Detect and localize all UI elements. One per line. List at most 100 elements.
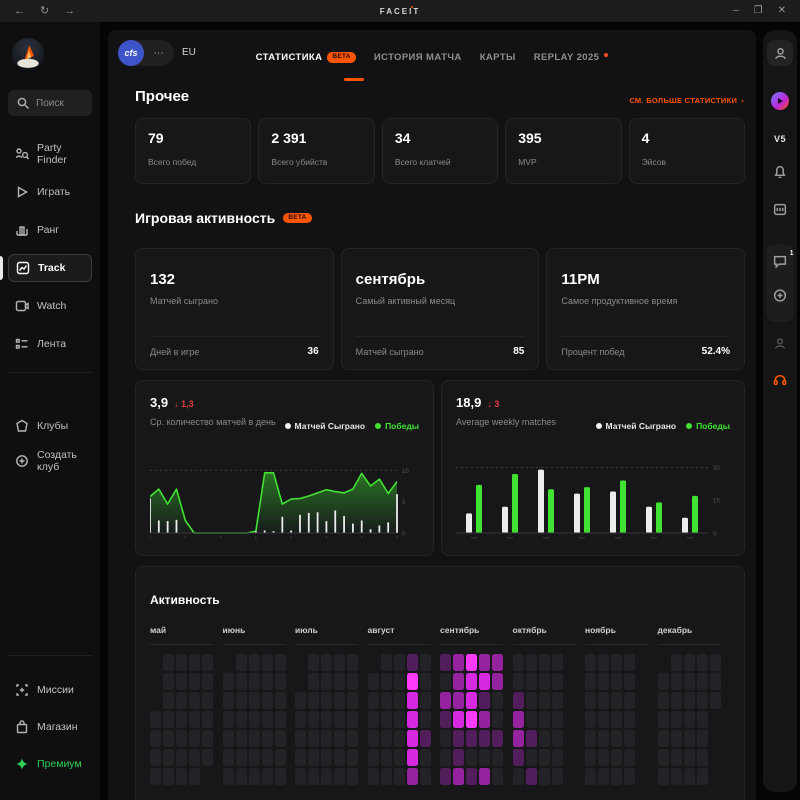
heatmap-cell[interactable]: [321, 768, 332, 785]
heatmap-cell[interactable]: [585, 673, 596, 690]
chat-button[interactable]: 1: [773, 254, 788, 269]
heatmap-cell[interactable]: [671, 730, 682, 747]
heatmap-cell[interactable]: [249, 749, 260, 766]
heatmap-cell[interactable]: [539, 730, 550, 747]
sidebar-item-shop[interactable]: Магазин: [8, 713, 92, 741]
heatmap-cell[interactable]: [407, 711, 418, 728]
heatmap-cell[interactable]: [513, 654, 524, 671]
heatmap-cell[interactable]: [334, 768, 345, 785]
voice-button[interactable]: [773, 372, 788, 387]
heatmap-cell[interactable]: [585, 654, 596, 671]
heatmap-cell[interactable]: [440, 711, 451, 728]
heatmap-cell[interactable]: [394, 692, 405, 709]
heatmap-cell[interactable]: [492, 768, 503, 785]
heatmap-cell[interactable]: [163, 730, 174, 747]
heatmap-cell[interactable]: [275, 673, 286, 690]
heatmap-cell[interactable]: [658, 749, 669, 766]
heatmap-cell[interactable]: [275, 711, 286, 728]
heatmap-cell[interactable]: [189, 749, 200, 766]
heatmap-cell[interactable]: [308, 768, 319, 785]
heatmap-cell[interactable]: [176, 749, 187, 766]
heatmap-cell[interactable]: [466, 673, 477, 690]
heatmap-cell[interactable]: [466, 749, 477, 766]
heatmap-cell[interactable]: [308, 730, 319, 747]
heatmap-cell[interactable]: [453, 654, 464, 671]
heatmap-cell[interactable]: [420, 692, 431, 709]
heatmap-cell[interactable]: [697, 711, 708, 728]
heatmap-cell[interactable]: [671, 673, 682, 690]
heatmap-cell[interactable]: [539, 654, 550, 671]
profile-button[interactable]: [767, 40, 793, 66]
heatmap-cell[interactable]: [150, 768, 161, 785]
heatmap-cell[interactable]: [368, 768, 379, 785]
heatmap-cell[interactable]: [440, 654, 451, 671]
heatmap-cell[interactable]: [539, 692, 550, 709]
heatmap-cell[interactable]: [492, 711, 503, 728]
heatmap-cell[interactable]: [407, 692, 418, 709]
heatmap-cell[interactable]: [176, 711, 187, 728]
heatmap-cell[interactable]: [684, 749, 695, 766]
heatmap-cell[interactable]: [466, 711, 477, 728]
heatmap-cell[interactable]: [275, 692, 286, 709]
heatmap-cell[interactable]: [479, 730, 490, 747]
heatmap-cell[interactable]: [513, 768, 524, 785]
heatmap-cell[interactable]: [611, 692, 622, 709]
heatmap-cell[interactable]: [710, 654, 721, 671]
heatmap-cell[interactable]: [394, 768, 405, 785]
heatmap-cell[interactable]: [598, 768, 609, 785]
heatmap-cell[interactable]: [539, 711, 550, 728]
heatmap-cell[interactable]: [150, 749, 161, 766]
heatmap-cell[interactable]: [453, 711, 464, 728]
heatmap-cell[interactable]: [684, 768, 695, 785]
heatmap-cell[interactable]: [407, 654, 418, 671]
heatmap-cell[interactable]: [163, 673, 174, 690]
heatmap-cell[interactable]: [492, 673, 503, 690]
heatmap-cell[interactable]: [236, 768, 247, 785]
heatmap-cell[interactable]: [420, 711, 431, 728]
heatmap-cell[interactable]: [658, 730, 669, 747]
heatmap-cell[interactable]: [598, 711, 609, 728]
heatmap-cell[interactable]: [176, 654, 187, 671]
heatmap-cell[interactable]: [347, 673, 358, 690]
heatmap-cell[interactable]: [275, 768, 286, 785]
match-room-button[interactable]: [773, 202, 788, 217]
heatmap-cell[interactable]: [308, 673, 319, 690]
notifications-button[interactable]: [773, 164, 788, 179]
heatmap-cell[interactable]: [368, 673, 379, 690]
heatmap-cell[interactable]: [624, 654, 635, 671]
heatmap-cell[interactable]: [710, 692, 721, 709]
heatmap-cell[interactable]: [334, 730, 345, 747]
heatmap-cell[interactable]: [249, 711, 260, 728]
heatmap-cell[interactable]: [249, 730, 260, 747]
heatmap-cell[interactable]: [368, 749, 379, 766]
heatmap-cell[interactable]: [492, 749, 503, 766]
heatmap-cell[interactable]: [407, 768, 418, 785]
heatmap-cell[interactable]: [295, 711, 306, 728]
heatmap-cell[interactable]: [526, 711, 537, 728]
add-friend-button[interactable]: [773, 288, 788, 303]
heatmap-cell[interactable]: [308, 711, 319, 728]
heatmap-cell[interactable]: [334, 711, 345, 728]
heatmap-cell[interactable]: [223, 711, 234, 728]
heatmap-cell[interactable]: [671, 654, 682, 671]
more-stats-link[interactable]: СМ. БОЛЬШЕ СТАТИСТИКИ ›: [629, 96, 744, 105]
heatmap-cell[interactable]: [479, 749, 490, 766]
sidebar-item-create-club[interactable]: Создать клуб: [8, 447, 92, 475]
heatmap-cell[interactable]: [479, 768, 490, 785]
heatmap-cell[interactable]: [624, 749, 635, 766]
heatmap-cell[interactable]: [381, 692, 392, 709]
sidebar-item-feed[interactable]: Лента: [8, 330, 92, 358]
heatmap-cell[interactable]: [453, 692, 464, 709]
heatmap-cell[interactable]: [420, 730, 431, 747]
heatmap-cell[interactable]: [347, 730, 358, 747]
heatmap-cell[interactable]: [624, 692, 635, 709]
heatmap-cell[interactable]: [223, 768, 234, 785]
heatmap-cell[interactable]: [334, 749, 345, 766]
heatmap-cell[interactable]: [176, 730, 187, 747]
sidebar-item-clubs[interactable]: Клубы: [8, 412, 92, 440]
heatmap-cell[interactable]: [394, 654, 405, 671]
heatmap-cell[interactable]: [658, 673, 669, 690]
heatmap-cell[interactable]: [466, 654, 477, 671]
heatmap-cell[interactable]: [479, 654, 490, 671]
heatmap-cell[interactable]: [440, 749, 451, 766]
